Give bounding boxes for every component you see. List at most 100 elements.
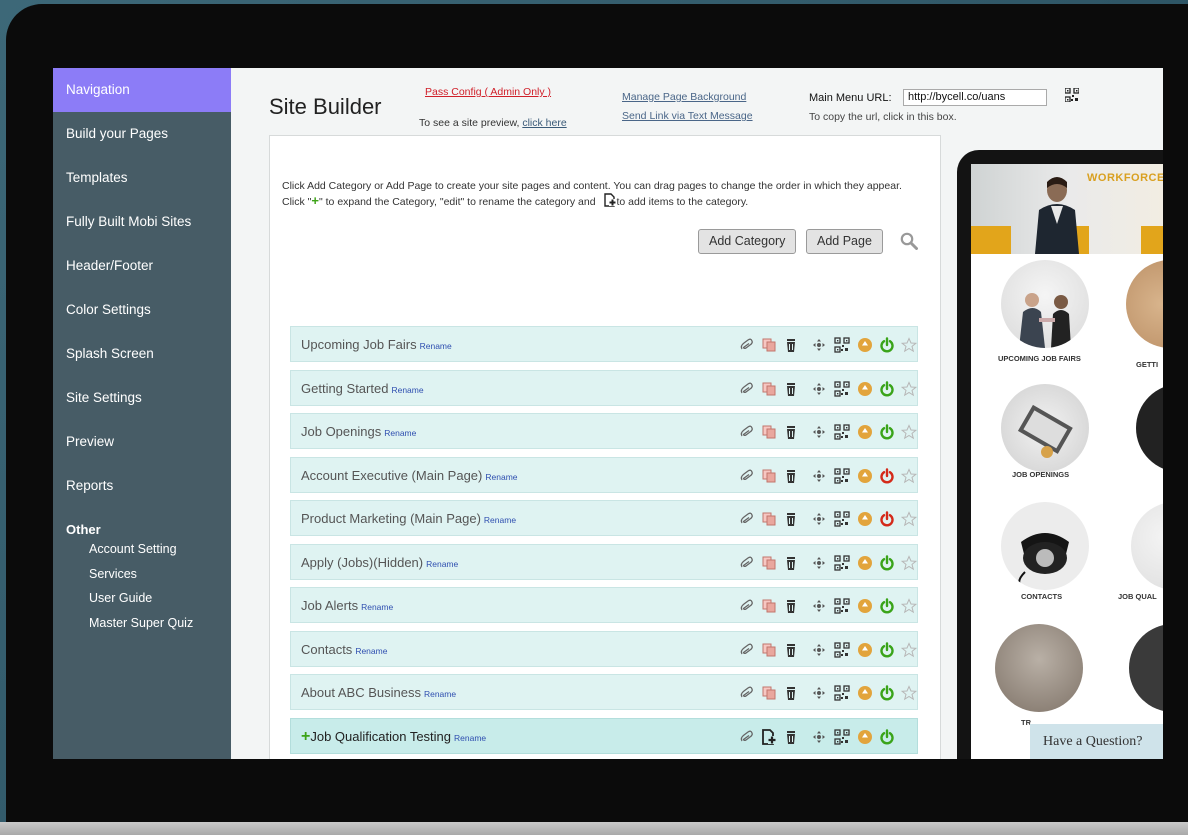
power-icon[interactable]: [879, 554, 895, 571]
sidebar-item-master-super-quiz[interactable]: Master Super Quiz: [53, 611, 231, 636]
rename-link[interactable]: Rename: [355, 646, 387, 656]
sidebar-item-user-guide[interactable]: User Guide: [53, 586, 231, 611]
qr-code-icon[interactable]: [834, 337, 850, 353]
have-a-question-tab[interactable]: Have a Question?: [1030, 724, 1163, 759]
tile-image-training[interactable]: [995, 624, 1083, 712]
tile-image-getting-started[interactable]: [1126, 260, 1163, 348]
sidebar-item-site-settings[interactable]: Site Settings: [53, 376, 231, 420]
favorite-star-icon[interactable]: [900, 554, 918, 571]
qr-code-icon[interactable]: [834, 511, 850, 527]
page-title[interactable]: Apply (Jobs)(Hidden) Rename: [301, 545, 458, 582]
add-category-button[interactable]: Add Category: [698, 229, 797, 254]
favorite-star-icon[interactable]: [900, 685, 918, 701]
sidebar-item-templates[interactable]: Templates: [53, 156, 231, 200]
sidebar-item-services[interactable]: Services: [53, 562, 231, 587]
search-icon[interactable]: [900, 232, 918, 250]
category-row[interactable]: +Job Qualification Testing Rename: [290, 717, 918, 754]
move-icon[interactable]: [811, 729, 827, 745]
rename-link[interactable]: Rename: [454, 733, 486, 743]
move-icon[interactable]: [811, 511, 827, 527]
qr-code-icon[interactable]: [834, 685, 850, 701]
rename-link[interactable]: Rename: [424, 689, 456, 699]
power-icon[interactable]: [879, 641, 895, 658]
move-up-icon[interactable]: [857, 337, 873, 353]
move-up-icon[interactable]: [857, 642, 873, 658]
page-row[interactable]: Job Alerts Rename: [290, 587, 918, 623]
power-icon[interactable]: [879, 511, 895, 527]
copy-icon[interactable]: [761, 555, 777, 571]
sidebar-item-color-settings[interactable]: Color Settings: [53, 288, 231, 332]
page-row[interactable]: Getting Started Rename: [290, 369, 918, 408]
move-icon[interactable]: [811, 598, 827, 614]
power-icon[interactable]: [879, 424, 895, 440]
add-page-button[interactable]: Add Page: [806, 229, 883, 254]
add-item-icon[interactable]: [761, 728, 777, 745]
preview-link[interactable]: click here: [522, 117, 566, 129]
power-icon[interactable]: [879, 685, 895, 701]
sidebar-item-account-setting[interactable]: Account Setting: [53, 537, 231, 562]
delete-icon[interactable]: [783, 424, 799, 440]
qr-code-icon[interactable]: [834, 424, 850, 440]
copy-icon[interactable]: [761, 685, 777, 701]
move-icon[interactable]: [811, 468, 827, 484]
rename-link[interactable]: Rename: [485, 472, 517, 482]
qr-code-icon[interactable]: [1065, 88, 1079, 102]
qr-code-icon[interactable]: [834, 380, 850, 397]
sidebar-item-mobi-sites[interactable]: Fully Built Mobi Sites: [53, 200, 231, 244]
link-icon[interactable]: [739, 555, 755, 571]
delete-icon[interactable]: [783, 729, 799, 745]
tile-image-job-openings[interactable]: [1001, 384, 1089, 472]
copy-icon[interactable]: [761, 468, 777, 484]
pass-config-link[interactable]: Pass Config ( Admin Only ): [425, 86, 551, 98]
delete-icon[interactable]: [783, 337, 799, 353]
rename-link[interactable]: Rename: [484, 515, 516, 525]
tile-image-other[interactable]: [1129, 624, 1163, 712]
link-icon[interactable]: [739, 729, 755, 745]
sidebar-item-build-pages[interactable]: Build your Pages: [53, 112, 231, 156]
power-icon[interactable]: [879, 380, 895, 397]
favorite-star-icon[interactable]: [900, 598, 918, 614]
qr-code-icon[interactable]: [834, 728, 850, 745]
qr-code-icon[interactable]: [834, 467, 850, 484]
tile-image-job-fairs[interactable]: [1001, 260, 1089, 348]
copy-icon[interactable]: [761, 598, 777, 614]
main-menu-url-field[interactable]: http://bycell.co/uans: [903, 89, 1047, 106]
page-row[interactable]: Upcoming Job Fairs Rename: [290, 326, 918, 362]
power-icon[interactable]: [879, 337, 895, 353]
page-title[interactable]: Job Openings Rename: [301, 414, 416, 451]
delete-icon[interactable]: [783, 685, 799, 701]
move-icon[interactable]: [811, 381, 827, 397]
delete-icon[interactable]: [783, 511, 799, 527]
link-icon[interactable]: [739, 337, 755, 353]
sidebar-item-navigation[interactable]: Navigation: [53, 68, 231, 112]
send-link-text-message[interactable]: Send Link via Text Message: [622, 110, 753, 122]
rename-link[interactable]: Rename: [361, 602, 393, 612]
favorite-star-icon[interactable]: [900, 424, 918, 440]
delete-icon[interactable]: [783, 642, 799, 658]
manage-background-link[interactable]: Manage Page Background: [622, 91, 746, 103]
favorite-star-icon[interactable]: [900, 467, 918, 484]
page-row[interactable]: Job Openings Rename: [290, 413, 918, 449]
page-row[interactable]: Apply (Jobs)(Hidden) Rename: [290, 543, 918, 582]
move-icon[interactable]: [811, 424, 827, 440]
copy-icon[interactable]: [761, 424, 777, 440]
delete-icon[interactable]: [783, 381, 799, 397]
move-icon[interactable]: [811, 555, 827, 571]
favorite-star-icon[interactable]: [900, 337, 918, 353]
page-title[interactable]: Upcoming Job Fairs Rename: [301, 327, 452, 364]
qr-code-icon[interactable]: [834, 598, 850, 614]
page-title[interactable]: Getting Started Rename: [301, 371, 424, 408]
qr-code-icon[interactable]: [834, 641, 850, 658]
copy-icon[interactable]: [761, 511, 777, 527]
move-up-icon[interactable]: [857, 685, 873, 701]
move-up-icon[interactable]: [857, 729, 873, 745]
move-up-icon[interactable]: [857, 381, 873, 397]
page-row[interactable]: About ABC Business Rename: [290, 674, 918, 710]
page-title[interactable]: Contacts Rename: [301, 632, 387, 669]
link-icon[interactable]: [739, 642, 755, 658]
rename-link[interactable]: Rename: [420, 341, 452, 351]
move-icon[interactable]: [811, 337, 827, 353]
copy-icon[interactable]: [761, 642, 777, 658]
link-icon[interactable]: [739, 598, 755, 614]
sidebar-item-reports[interactable]: Reports: [53, 464, 231, 508]
